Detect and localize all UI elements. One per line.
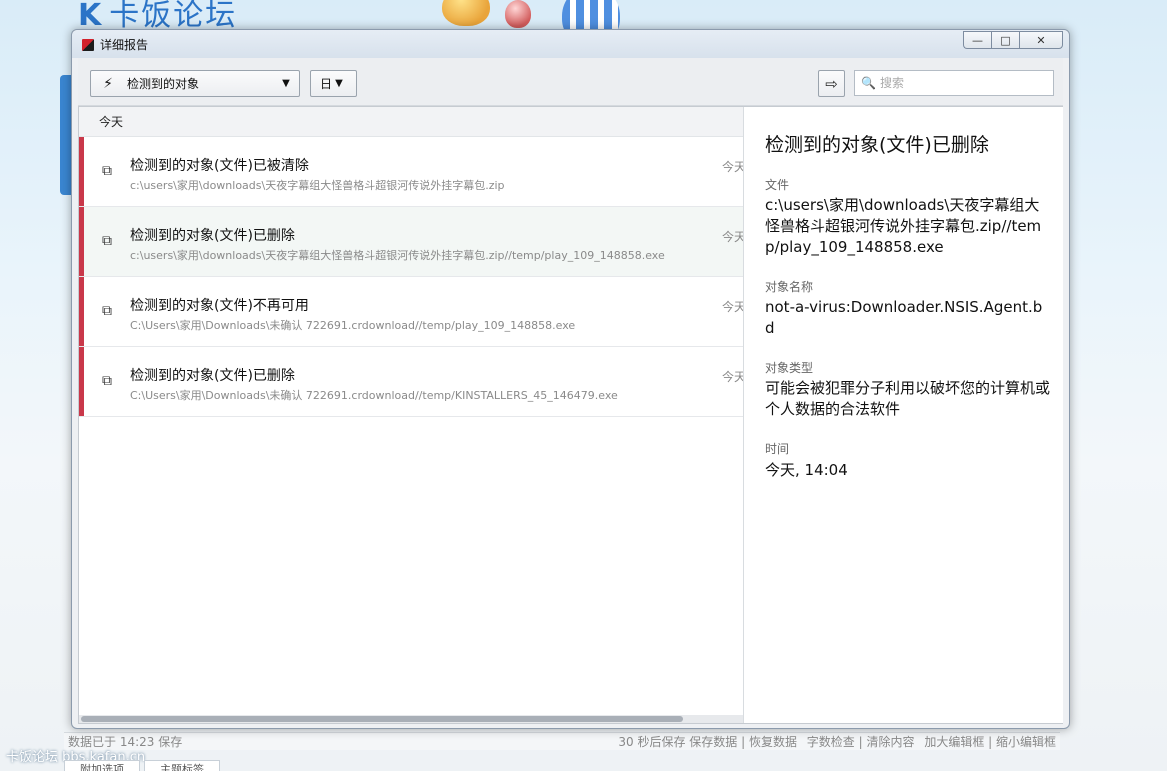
file-copy-icon: ⧉ <box>102 303 112 319</box>
chevron-down-icon: ▼ <box>335 78 343 89</box>
window-title: 详细报告 <box>100 38 149 52</box>
scrollbar-thumb[interactable] <box>81 716 683 722</box>
detail-pane: 检测到的对象(文件)已删除 文件 c:\users\家用\downloads\天… <box>745 107 1063 723</box>
event-path: c:\users\家用\downloads\天夜字幕组大怪兽格斗超银河传说外挂字… <box>130 179 505 192</box>
report-content: 今天 ⧉ 检测到的对象(文件)已被清除 c:\users\家用\download… <box>78 106 1063 724</box>
minimize-button[interactable]: — <box>963 31 991 49</box>
object-type-value: 可能会被犯罪分子利用以破坏您的计算机或个人数据的合法软件 <box>765 379 1051 418</box>
horizontal-scrollbar[interactable] <box>79 715 743 723</box>
list-item[interactable]: ⧉ 检测到的对象(文件)已删除 C:\Users\家用\Downloads\未确… <box>79 347 743 417</box>
event-time: 今天 <box>722 370 744 384</box>
forum-logo: K 卡饭论坛 <box>78 0 318 32</box>
editor-tabs: 附加选项 主题标签 <box>64 760 220 771</box>
event-path: C:\Users\家用\Downloads\未确认 722691.crdownl… <box>130 319 576 332</box>
balloon-icon <box>442 0 490 26</box>
time-label: 时间 <box>765 442 790 456</box>
severity-indicator <box>79 207 84 276</box>
period-filter-value: 日 <box>320 77 333 91</box>
event-time: 今天 <box>722 230 744 244</box>
editor-actions: 30 秒后保存 保存数据 | 恢复数据 字数检查 | 清除内容 加大编辑框 | … <box>612 733 1056 750</box>
period-filter-dropdown[interactable]: 日 ▼ <box>310 70 357 97</box>
object-filter-value: 检测到的对象 <box>127 77 200 91</box>
chevron-down-icon: ▼ <box>282 78 290 89</box>
maximize-button[interactable]: □ <box>991 31 1019 49</box>
event-path: c:\users\家用\downloads\天夜字幕组大怪兽格斗超银河传说外挂字… <box>130 249 665 262</box>
tab-extra-options[interactable]: 附加选项 <box>64 760 140 771</box>
object-filter-dropdown[interactable]: ⚡ 检测到的对象 ▼ <box>90 70 300 97</box>
title-bar[interactable]: 详细报告 — □ ✕ <box>72 30 1069 58</box>
event-title: 检测到的对象(文件)已被清除 <box>130 158 309 174</box>
event-title: 检测到的对象(文件)已删除 <box>130 368 295 384</box>
event-time: 今天 <box>722 160 744 174</box>
file-copy-icon: ⧉ <box>102 163 112 179</box>
group-header-today: 今天 <box>79 107 743 137</box>
export-icon: ⇨ <box>825 74 838 93</box>
detail-report-window: 详细报告 — □ ✕ ⚡ 检测到的对象 ▼ 日 ▼ ⇨ 🔍 今天 <box>71 29 1070 729</box>
detail-title: 检测到的对象(文件)已删除 <box>765 134 989 156</box>
editor-action-save[interactable]: 30 秒后保存 保存数据 | 恢复数据 <box>618 735 797 749</box>
editor-status-bar: 数据已于 14:23 保存 30 秒后保存 保存数据 | 恢复数据 字数检查 |… <box>64 732 1060 750</box>
search-box[interactable]: 🔍 <box>854 70 1054 96</box>
event-title: 检测到的对象(文件)不再可用 <box>130 298 309 314</box>
object-name-value: not-a-virus:Downloader.NSIS.Agent.bd <box>765 298 1043 337</box>
balloon-icon <box>505 0 531 28</box>
time-value: 今天, 14:04 <box>765 461 848 479</box>
event-list: 今天 ⧉ 检测到的对象(文件)已被清除 c:\users\家用\download… <box>79 107 744 723</box>
severity-indicator <box>79 137 84 206</box>
forum-logo-text: 卡饭论坛 <box>109 0 238 32</box>
window-controls: — □ ✕ <box>963 31 1063 49</box>
list-item[interactable]: ⧉ 检测到的对象(文件)已被清除 c:\users\家用\downloads\天… <box>79 137 743 207</box>
kaspersky-app-icon <box>82 39 94 51</box>
severity-indicator <box>79 347 84 416</box>
file-copy-icon: ⧉ <box>102 233 112 249</box>
editor-action-resize[interactable]: 加大编辑框 | 缩小编辑框 <box>924 735 1056 749</box>
editor-action-check[interactable]: 字数检查 | 清除内容 <box>807 735 915 749</box>
list-item[interactable]: ⧉ 检测到的对象(文件)不再可用 C:\Users\家用\Downloads\未… <box>79 277 743 347</box>
search-icon: 🔍 <box>861 76 876 90</box>
object-name-label: 对象名称 <box>765 280 814 294</box>
close-button[interactable]: ✕ <box>1019 31 1063 49</box>
kafan-k-icon: K <box>78 0 104 32</box>
event-time: 今天 <box>722 300 744 314</box>
file-value: c:\users\家用\downloads\天夜字幕组大怪兽格斗超银河传说外挂字… <box>765 196 1042 256</box>
file-copy-icon: ⧉ <box>102 373 112 389</box>
export-button[interactable]: ⇨ <box>818 70 845 97</box>
event-title: 检测到的对象(文件)已删除 <box>130 228 295 244</box>
tab-topic-tags[interactable]: 主题标签 <box>144 760 220 771</box>
search-input[interactable] <box>879 76 1040 90</box>
event-path: C:\Users\家用\Downloads\未确认 722691.crdownl… <box>130 389 618 402</box>
lightning-icon: ⚡ <box>103 75 113 92</box>
file-label: 文件 <box>765 178 790 192</box>
toolbar: ⚡ 检测到的对象 ▼ 日 ▼ ⇨ 🔍 <box>78 58 1063 106</box>
list-item[interactable]: ⧉ 检测到的对象(文件)已删除 c:\users\家用\downloads\天夜… <box>79 207 743 277</box>
severity-indicator <box>79 277 84 346</box>
object-type-label: 对象类型 <box>765 361 814 375</box>
